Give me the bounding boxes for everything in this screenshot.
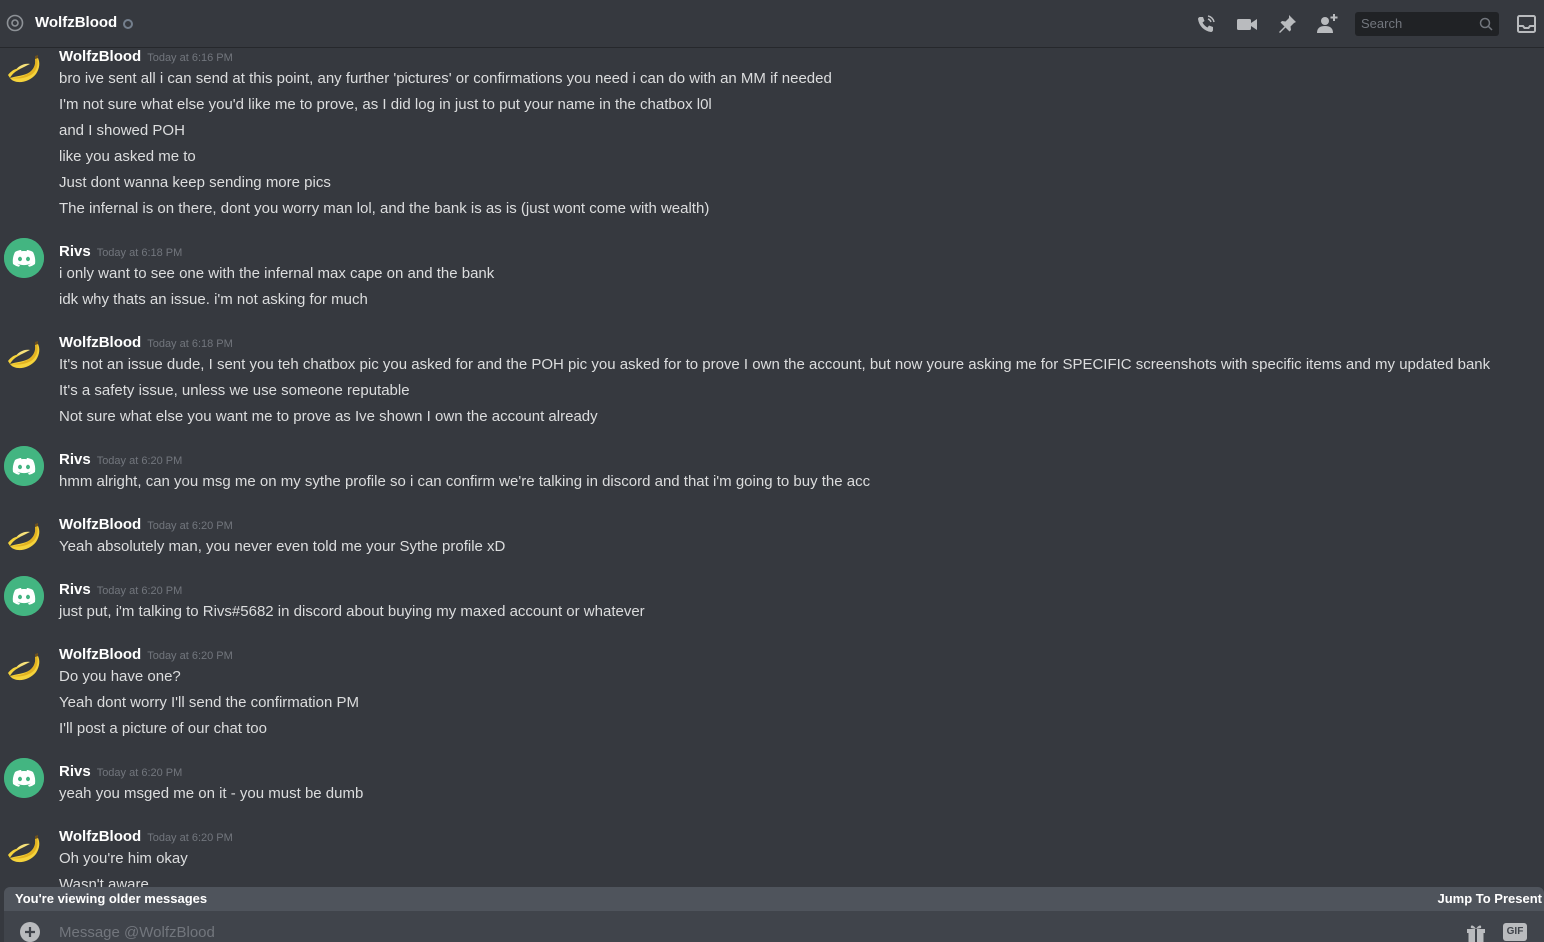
author-name[interactable]: WolfzBlood	[59, 828, 141, 845]
offline-status-icon	[123, 19, 133, 29]
search-placeholder: Search	[1361, 16, 1403, 31]
phone-call-icon[interactable]	[1195, 13, 1217, 35]
message-timestamp: Today at 6:20 PM	[147, 650, 233, 662]
plus-circle-icon[interactable]	[20, 922, 40, 942]
message-group: Rivs Today at 6:20 PM yeah you msged me on…	[0, 758, 1544, 810]
message-timestamp: Today at 6:18 PM	[147, 338, 233, 350]
message-text: yeah you msged me on it - you must be du…	[59, 785, 364, 802]
message-text: I'm not sure what else you'd like me to …	[59, 96, 712, 113]
message-text: idk why thats an issue. i'm not asking f…	[59, 291, 368, 308]
message-timestamp: Today at 6:16 PM	[147, 52, 233, 64]
author-name[interactable]: Rivs	[59, 581, 91, 598]
message-header: Rivs Today at 6:18 PM	[59, 243, 182, 263]
message-header: WolfzBlood Today at 6:20 PM	[59, 646, 233, 666]
channel-header: WolfzBlood Search	[0, 0, 1544, 48]
message-group: WolfzBlood Today at 6:20 PM Oh you're him …	[0, 828, 1544, 888]
message-text: Just dont wanna keep sending more pics	[59, 174, 331, 191]
message-timestamp: Today at 6:18 PM	[96, 247, 183, 259]
video-call-icon[interactable]	[1236, 13, 1258, 35]
gift-icon[interactable]	[1465, 921, 1487, 942]
message-group: WolfzBlood Today at 6:16 PM bro ive sent a…	[0, 48, 1544, 225]
message-text: It's not an issue dude, I sent you teh c…	[59, 356, 1491, 373]
message-header: WolfzBlood Today at 6:16 PM	[59, 48, 233, 68]
message-group: WolfzBlood Today at 6:20 PM Do you have on…	[0, 646, 1544, 745]
message-group: WolfzBlood Today at 6:20 PM Yeah absolutel…	[0, 516, 1544, 563]
message-timestamp: Today at 6:20 PM	[147, 832, 233, 844]
discord-default-avatar[interactable]	[4, 446, 44, 486]
discord-default-avatar[interactable]	[4, 758, 44, 798]
add-friend-icon[interactable]	[1316, 13, 1338, 35]
inbox-icon[interactable]	[1516, 13, 1538, 35]
author-name[interactable]: Rivs	[59, 451, 91, 468]
message-text: Do you have one?	[59, 668, 181, 685]
banana-avatar[interactable]	[4, 48, 44, 88]
banana-avatar[interactable]	[4, 646, 44, 686]
message-text: Yeah dont worry I'll send the confirmati…	[59, 694, 359, 711]
dm-chat-window: WolfzBlood Search WolfzBlood Today at 6:…	[0, 0, 1544, 942]
banana-avatar[interactable]	[4, 828, 44, 868]
message-text: like you asked me to	[59, 148, 196, 165]
message-text: hmm alright, can you msg me on my sythe …	[59, 473, 871, 490]
message-text: I'll post a picture of our chat too	[59, 720, 267, 737]
message-text: Not sure what else you want me to prove …	[59, 408, 598, 425]
at-icon	[6, 14, 24, 32]
message-text: The infernal is on there, dont you worry…	[59, 200, 710, 217]
author-name[interactable]: WolfzBlood	[59, 48, 141, 65]
message-timestamp: Today at 6:20 PM	[96, 455, 183, 467]
discord-default-avatar[interactable]	[4, 576, 44, 616]
message-header: WolfzBlood Today at 6:20 PM	[59, 828, 233, 848]
message-input[interactable]	[59, 921, 1359, 942]
author-name[interactable]: WolfzBlood	[59, 646, 141, 663]
message-text: bro ive sent all i can send at this poin…	[59, 70, 832, 87]
search-bar[interactable]: Search	[1355, 12, 1499, 36]
message-text: just put, i'm talking to Rivs#5682 in di…	[59, 603, 645, 620]
author-name[interactable]: WolfzBlood	[59, 334, 141, 351]
author-name[interactable]: Rivs	[59, 763, 91, 780]
message-group: Rivs Today at 6:18 PM i only want to see o…	[0, 238, 1544, 316]
message-header: Rivs Today at 6:20 PM	[59, 763, 182, 783]
discord-default-avatar[interactable]	[4, 238, 44, 278]
pin-icon[interactable]	[1276, 13, 1298, 35]
jump-to-present-button[interactable]: Jump To Present	[1437, 892, 1542, 906]
message-header: WolfzBlood Today at 6:18 PM	[59, 334, 233, 354]
message-header: Rivs Today at 6:20 PM	[59, 451, 182, 471]
banana-avatar[interactable]	[4, 334, 44, 374]
message-list[interactable]: WolfzBlood Today at 6:16 PM bro ive sent a…	[0, 48, 1544, 888]
banana-avatar[interactable]	[4, 516, 44, 556]
message-group: Rivs Today at 6:20 PM hmm alright, can you…	[0, 446, 1544, 498]
older-messages-notice: You're viewing older messages	[15, 891, 208, 906]
older-messages-bar: You're viewing older messages Jump To Pr…	[4, 887, 1544, 911]
channel-title: WolfzBlood	[35, 14, 118, 31]
author-name[interactable]: WolfzBlood	[59, 516, 141, 533]
message-text: It's a safety issue, unless we use someo…	[59, 382, 410, 399]
message-text: Oh you're him okay	[59, 850, 188, 867]
message-group: Rivs Today at 6:20 PM just put, i'm talkin…	[0, 576, 1544, 628]
message-composer: GIF	[4, 911, 1544, 942]
message-header: WolfzBlood Today at 6:20 PM	[59, 516, 233, 536]
message-timestamp: Today at 6:20 PM	[147, 520, 233, 532]
author-name[interactable]: Rivs	[59, 243, 91, 260]
gif-button[interactable]: GIF	[1503, 923, 1527, 941]
message-text: i only want to see one with the infernal…	[59, 265, 495, 282]
message-timestamp: Today at 6:20 PM	[96, 767, 183, 779]
message-text: Yeah absolutely man, you never even told…	[59, 538, 506, 555]
message-group: WolfzBlood Today at 6:18 PM It's not an is…	[0, 334, 1544, 433]
search-icon[interactable]	[1479, 17, 1493, 31]
message-text: and I showed POH	[59, 122, 185, 139]
message-timestamp: Today at 6:20 PM	[96, 585, 183, 597]
message-header: Rivs Today at 6:20 PM	[59, 581, 182, 601]
